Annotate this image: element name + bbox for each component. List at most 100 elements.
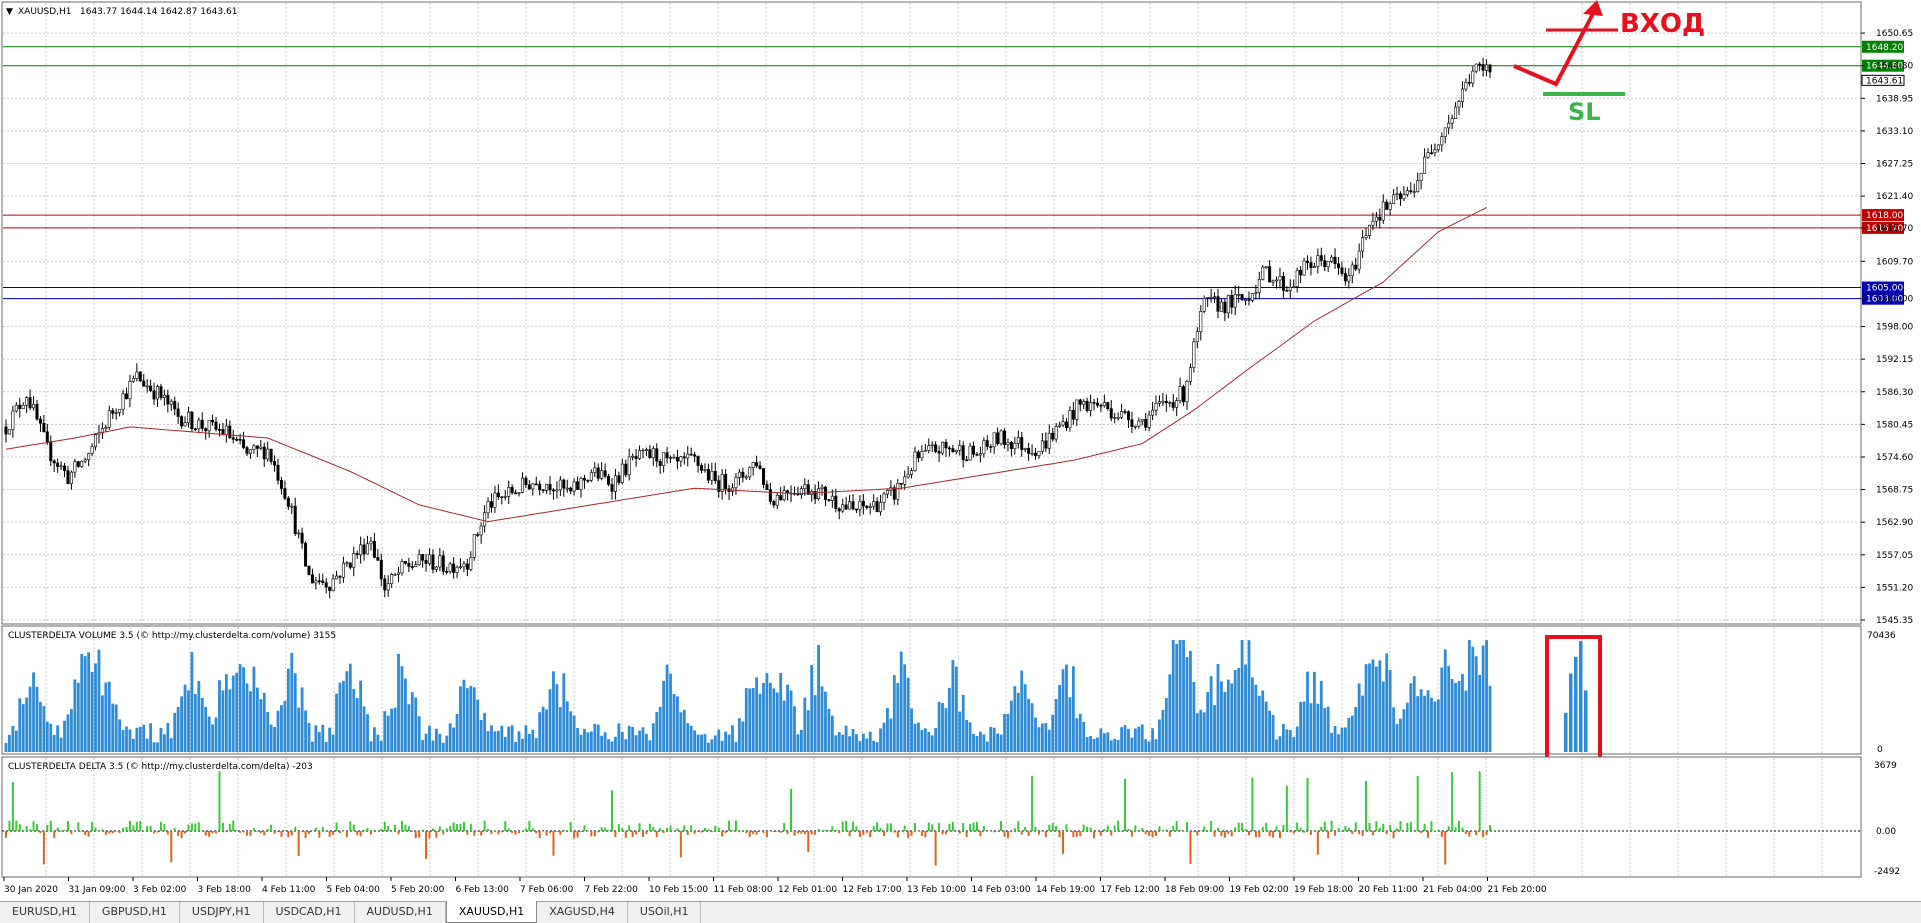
- volume-bar: [511, 725, 514, 752]
- symbol-tab[interactable]: XAGUSD,H4: [537, 902, 628, 923]
- candle-body: [401, 561, 403, 572]
- volume-bar: [1485, 640, 1488, 752]
- delta-bar-negative: [935, 831, 937, 866]
- volume-bar: [1451, 679, 1454, 752]
- delta-bar-positive: [229, 824, 231, 831]
- candle-body: [952, 448, 954, 451]
- volume-max-label: 70436: [1867, 631, 1896, 641]
- delta-bar-positive: [19, 824, 21, 831]
- volume-bar: [1389, 670, 1392, 752]
- candle-body: [1206, 297, 1208, 298]
- volume-bar: [996, 733, 999, 752]
- volume-bar: [614, 737, 617, 752]
- delta-bar-negative: [804, 831, 806, 834]
- volume-bar: [1069, 697, 1072, 752]
- symbol-tab[interactable]: USOil,H1: [628, 902, 702, 923]
- delta-bar-negative: [518, 831, 520, 833]
- volume-bar: [156, 742, 159, 752]
- candle-body: [1038, 451, 1040, 455]
- delta-bar-negative: [184, 831, 186, 834]
- candle-body: [459, 567, 461, 568]
- volume-bar: [504, 737, 507, 752]
- candle-body: [1065, 422, 1067, 428]
- delta-bar-positive: [818, 829, 820, 831]
- volume-bar: [414, 698, 417, 752]
- volume-bar: [1279, 736, 1282, 752]
- delta-bar-positive: [1320, 827, 1322, 831]
- delta-bar-negative: [776, 831, 778, 832]
- volume-bar: [1065, 665, 1068, 752]
- volume-bar: [22, 704, 25, 752]
- symbol-tab[interactable]: GBPUSD,H1: [90, 902, 180, 923]
- sl-label: SL: [1568, 98, 1601, 126]
- candle-body: [600, 471, 602, 479]
- candle-body: [569, 488, 571, 491]
- volume-bar: [783, 700, 786, 752]
- delta-bar-negative: [205, 831, 207, 836]
- chart-canvas[interactable]: 1648.201644.801618.001615.701605.001603.…: [0, 0, 1921, 901]
- volume-bar: [1148, 741, 1151, 752]
- volume-bar: [800, 730, 803, 752]
- candle-body: [387, 584, 389, 590]
- delta-bar-negative: [442, 831, 444, 834]
- delta-bar-negative: [256, 831, 258, 832]
- volume-bar: [607, 739, 610, 752]
- delta-bar-positive: [150, 826, 152, 831]
- volume-bar: [314, 725, 317, 752]
- chart-menu-icon[interactable]: ▼: [6, 7, 13, 17]
- candle-body: [466, 564, 468, 569]
- candle-body: [573, 482, 575, 491]
- candle-body: [1279, 276, 1281, 280]
- volume-bar: [70, 709, 73, 752]
- volume-bar: [94, 663, 97, 752]
- candle-body: [965, 460, 967, 461]
- symbol-tab[interactable]: AUDUSD,H1: [355, 902, 446, 923]
- candle-body: [769, 490, 771, 502]
- delta-bar-positive: [1065, 824, 1067, 831]
- delta-bar-positive: [928, 822, 930, 831]
- delta-bar-positive: [1238, 823, 1240, 831]
- volume-bar: [373, 727, 376, 752]
- delta-min-label: -2492: [1874, 867, 1900, 877]
- candle-body: [1048, 433, 1050, 448]
- delta-bar-negative: [577, 831, 579, 838]
- candle-body: [277, 465, 279, 480]
- delta-bar-positive: [1165, 829, 1167, 831]
- delta-bar-positive: [976, 822, 978, 831]
- volume-bar: [18, 698, 21, 752]
- candle-body: [335, 576, 337, 579]
- volume-bar: [518, 731, 521, 752]
- volume-bar: [1017, 693, 1020, 752]
- volume-bar: [383, 711, 386, 752]
- candle-body: [979, 454, 981, 455]
- volume-bar: [194, 694, 197, 752]
- price-tick-label: 1615.70: [1876, 224, 1913, 234]
- symbol-tab[interactable]: EURUSD,H1: [0, 902, 90, 923]
- delta-bar-positive: [1410, 822, 1412, 831]
- symbol-tab[interactable]: XAUUSD,H1: [446, 901, 537, 923]
- candle-body: [1282, 276, 1284, 290]
- candle-body: [587, 480, 589, 481]
- symbol-tab[interactable]: USDJPY,H1: [180, 902, 264, 923]
- delta-bar-negative: [921, 831, 923, 836]
- candle-body: [404, 561, 406, 563]
- symbol-tab[interactable]: USDCAD,H1: [264, 902, 355, 923]
- volume-bar: [1027, 699, 1030, 752]
- volume-bar: [748, 688, 751, 752]
- volume-bar: [1024, 684, 1027, 752]
- volume-bar: [432, 740, 435, 752]
- delta-bar-negative: [291, 831, 293, 835]
- candle-body: [225, 426, 227, 435]
- delta-bar-positive: [1052, 823, 1054, 831]
- candle-body: [1454, 107, 1456, 119]
- delta-bar-positive: [563, 830, 565, 831]
- candle-body: [759, 466, 761, 469]
- candle-body: [435, 567, 437, 569]
- volume-bar: [438, 734, 441, 752]
- candle-body: [501, 497, 503, 498]
- volume-bar: [569, 711, 572, 752]
- volume-bar: [328, 728, 331, 752]
- volume-bar: [36, 687, 39, 752]
- volume-bar: [766, 673, 769, 752]
- volume-bar: [917, 723, 920, 752]
